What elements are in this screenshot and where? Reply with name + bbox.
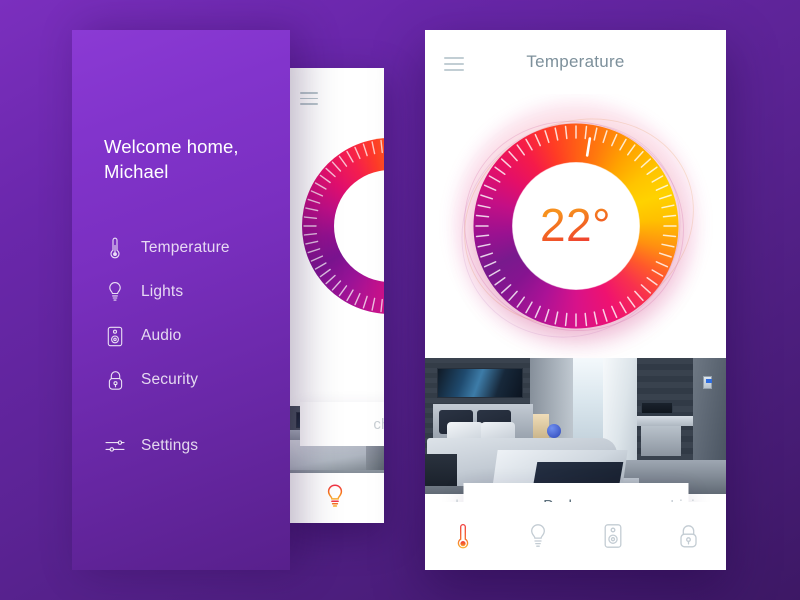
sidebar-item-label: Security bbox=[141, 371, 199, 388]
secondary-room-tab[interactable]: chen bbox=[300, 402, 384, 446]
app-canvas: chen Welcome ho bbox=[0, 0, 800, 600]
sidebar-item-label: Lights bbox=[141, 283, 184, 300]
sidebar-item-label: Temperature bbox=[141, 239, 230, 256]
temperature-dial[interactable]: 22° bbox=[450, 100, 701, 351]
bulb-icon[interactable] bbox=[324, 483, 346, 514]
greeting-line-1: Welcome home, bbox=[104, 136, 239, 157]
room-photo bbox=[425, 358, 726, 494]
secondary-bottom-nav bbox=[286, 473, 384, 523]
sliders-icon bbox=[104, 434, 126, 458]
lock-icon bbox=[104, 368, 126, 392]
secondary-header bbox=[286, 68, 384, 122]
secondary-dial-ticks bbox=[303, 139, 383, 313]
nav-security[interactable] bbox=[667, 515, 709, 557]
sidebar-item-label: Settings bbox=[141, 437, 199, 454]
dial-indicator bbox=[585, 136, 591, 157]
bulb-icon bbox=[104, 280, 126, 304]
navigation-drawer: Welcome home, Michael Temperature Lights… bbox=[72, 30, 290, 570]
speaker-icon bbox=[104, 324, 126, 348]
greeting: Welcome home, Michael bbox=[104, 134, 274, 184]
app-header: Temperature bbox=[425, 30, 726, 94]
sidebar-item-audio[interactable]: Audio bbox=[72, 314, 290, 358]
sidebar-item-lights[interactable]: Lights bbox=[72, 270, 290, 314]
bottom-navigation bbox=[425, 502, 726, 570]
greeting-line-2: Michael bbox=[104, 161, 169, 182]
thermometer-icon bbox=[104, 236, 126, 260]
secondary-phone-screen: chen bbox=[286, 68, 384, 523]
main-phone-screen: Temperature 22° bbox=[425, 30, 726, 570]
sidebar-item-label: Audio bbox=[141, 327, 182, 344]
hamburger-icon[interactable] bbox=[300, 92, 318, 105]
nav-audio[interactable] bbox=[592, 515, 634, 557]
nav-temperature[interactable] bbox=[442, 515, 484, 557]
sidebar-item-security[interactable]: Security bbox=[72, 358, 290, 402]
sidebar-nav: Temperature Lights Audio Security Settin… bbox=[72, 226, 290, 468]
sidebar-item-temperature[interactable]: Temperature bbox=[72, 226, 290, 270]
page-title: Temperature bbox=[526, 52, 625, 71]
sidebar-item-settings[interactable]: Settings bbox=[72, 424, 290, 468]
nav-lights[interactable] bbox=[517, 515, 559, 557]
secondary-room-label: chen bbox=[373, 415, 384, 433]
temperature-value: 22° bbox=[539, 198, 612, 251]
